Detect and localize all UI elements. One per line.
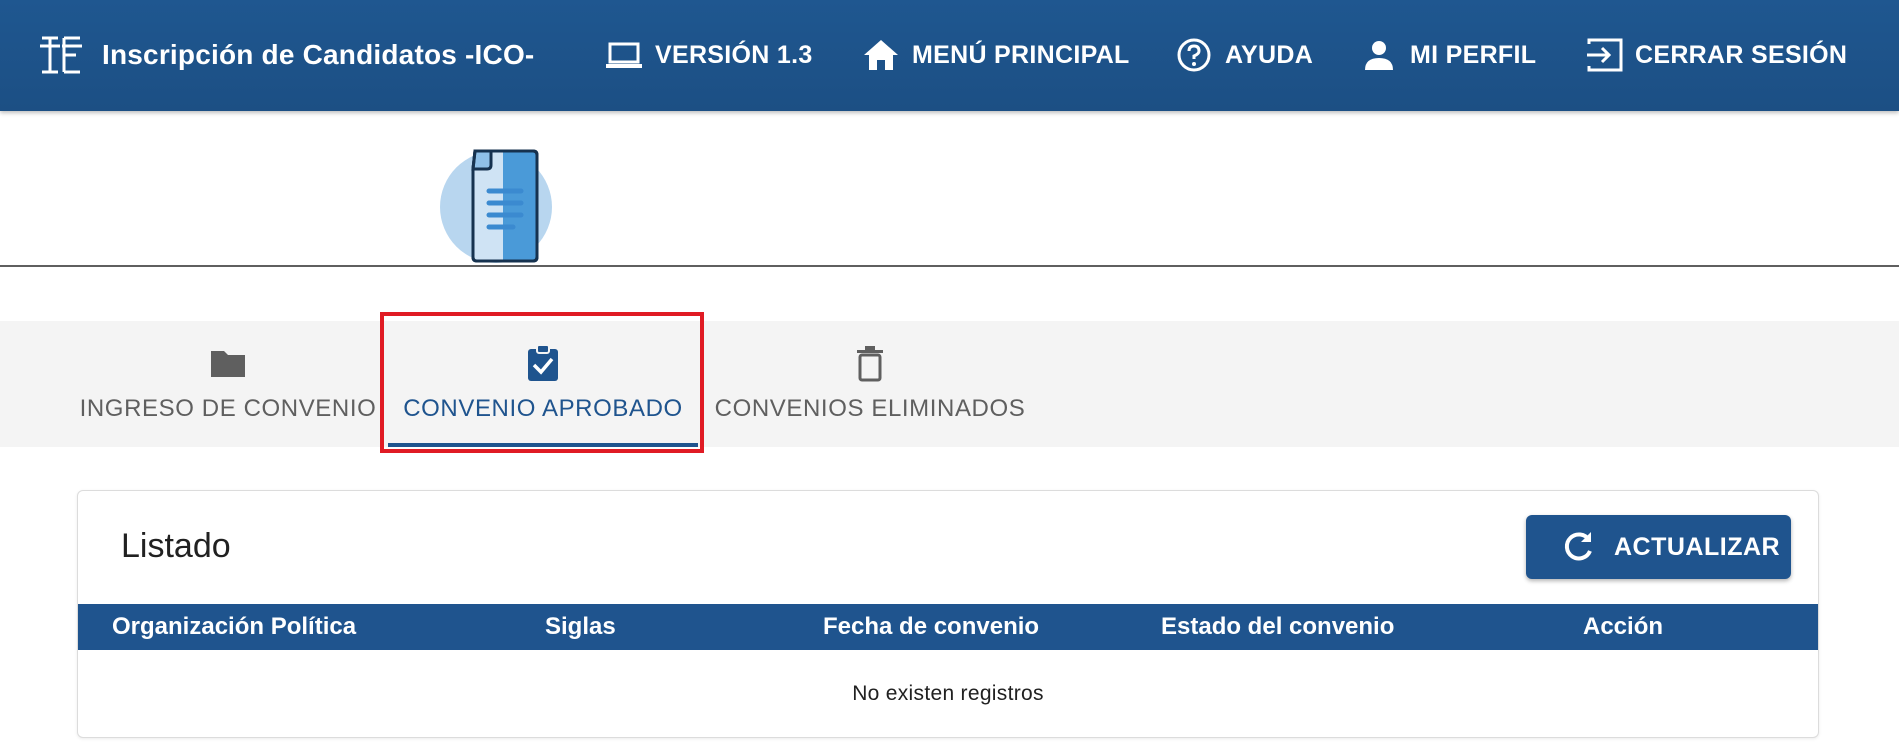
tab-label: CONVENIO APROBADO	[403, 395, 683, 422]
active-tab-indicator	[388, 443, 698, 447]
app-bar: Inscripción de Candidatos -ICO- VERSIÓN …	[0, 0, 1899, 111]
column-header-siglas: Siglas	[545, 613, 616, 640]
card-title: Listado	[121, 527, 231, 565]
tse-logo-icon	[40, 36, 82, 74]
empty-table-message: No existen registros	[852, 681, 1044, 705]
column-header-organizacion: Organización Política	[112, 613, 357, 640]
nav-menu-label: MENÚ PRINCIPAL	[912, 40, 1130, 69]
refresh-button-label: ACTUALIZAR	[1614, 532, 1781, 561]
table-header: Organización Política Siglas Fecha de co…	[78, 604, 1818, 650]
tab-label: INGRESO DE CONVENIO	[79, 395, 377, 422]
refresh-icon	[1564, 532, 1592, 561]
tab-ingreso-de-convenio[interactable]: INGRESO DE CONVENIO	[80, 321, 376, 447]
tab-convenio-aprobado[interactable]: CONVENIO APROBADO	[386, 321, 700, 447]
nav-main-menu[interactable]: MENÚ PRINCIPAL	[860, 36, 1130, 74]
nav-version-label: VERSIÓN 1.3	[655, 40, 813, 69]
clipboard-check-icon	[528, 344, 558, 381]
nav-help[interactable]: AYUDA	[1173, 36, 1313, 74]
tab-convenios-eliminados[interactable]: CONVENIOS ELIMINADOS	[715, 321, 1025, 447]
folder-icon	[211, 351, 245, 377]
home-icon	[864, 40, 898, 70]
laptop-icon	[606, 42, 642, 68]
header-divider	[0, 265, 1899, 267]
page-header	[0, 111, 1899, 267]
app-title: Inscripción de Candidatos -ICO-	[102, 39, 535, 70]
tab-bar: INGRESO DE CONVENIO CONVENIO APROBADO CO…	[0, 321, 1899, 447]
help-circle-icon	[1177, 38, 1211, 72]
exit-icon	[1587, 38, 1623, 72]
column-header-accion: Acción	[1583, 613, 1664, 640]
refresh-button[interactable]: ACTUALIZAR	[1526, 515, 1791, 579]
person-icon	[1365, 41, 1393, 70]
nav-version[interactable]: VERSIÓN 1.3	[603, 36, 813, 74]
column-header-fecha: Fecha de convenio	[823, 613, 1040, 640]
listado-card: Listado ACTUALIZAR Organización Política…	[77, 490, 1819, 738]
nav-logout-label: CERRAR SESIÓN	[1635, 40, 1848, 69]
brand[interactable]: Inscripción de Candidatos -ICO-	[38, 30, 534, 80]
document-icon	[440, 149, 552, 263]
trash-icon	[857, 346, 883, 382]
nav-logout[interactable]: CERRAR SESIÓN	[1583, 36, 1847, 74]
nav-help-label: AYUDA	[1225, 40, 1314, 69]
nav-profile-label: MI PERFIL	[1410, 40, 1537, 69]
nav-profile[interactable]: MI PERFIL	[1358, 36, 1536, 74]
column-header-estado: Estado del convenio	[1161, 613, 1395, 640]
tab-label: CONVENIOS ELIMINADOS	[714, 395, 1026, 422]
